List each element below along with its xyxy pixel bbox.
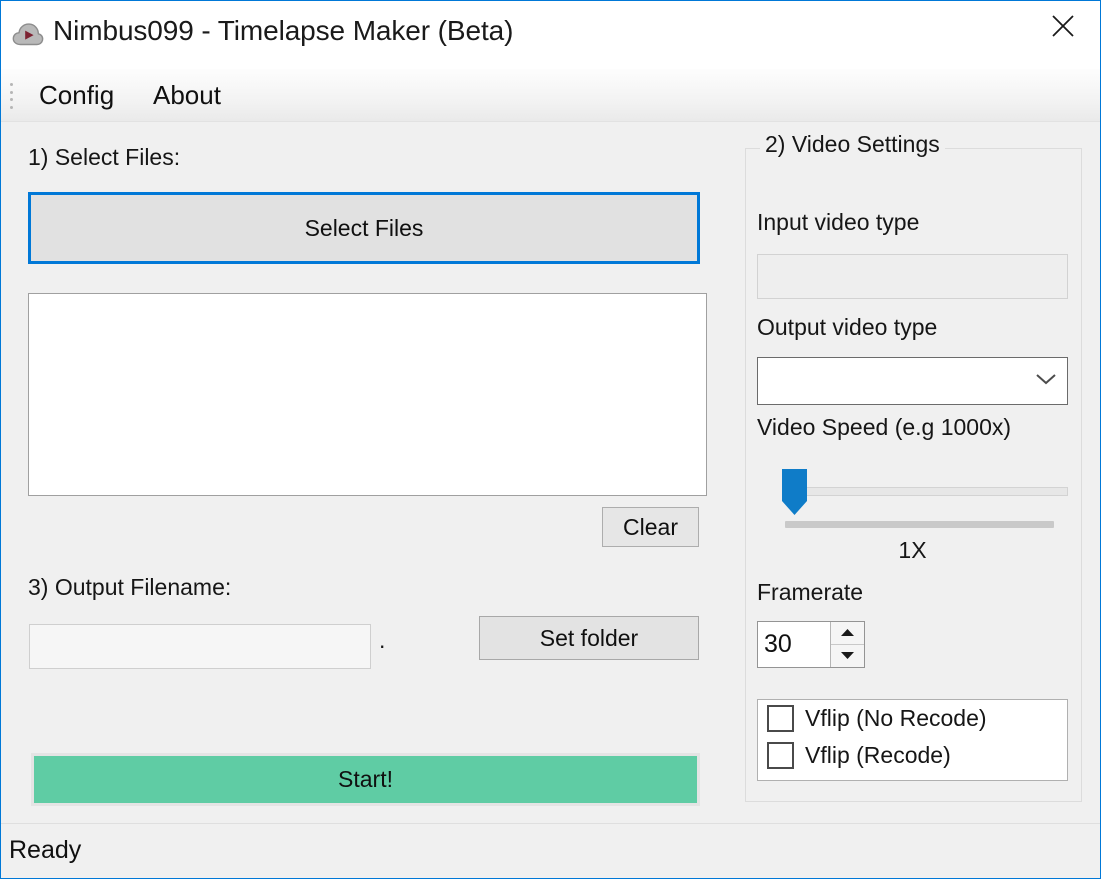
checkbox-icon[interactable]: [767, 742, 794, 769]
file-list-box[interactable]: [28, 293, 707, 496]
drag-grip-icon[interactable]: [10, 83, 15, 109]
arrow-down-icon[interactable]: [831, 645, 864, 668]
vflip-no-recode-checkbox-row[interactable]: Vflip (No Recode): [767, 705, 987, 732]
output-filename-input[interactable]: [29, 624, 371, 669]
video-speed-label: Video Speed (e.g 1000x): [757, 414, 1012, 440]
window-title: Nimbus099 - Timelapse Maker (Beta): [53, 15, 514, 46]
start-button[interactable]: Start!: [31, 753, 700, 806]
framerate-spinner[interactable]: [757, 621, 865, 668]
close-icon: [1050, 13, 1076, 39]
select-files-label: 1) Select Files:: [28, 144, 181, 170]
framerate-label: Framerate: [757, 579, 864, 605]
menu-item-config[interactable]: Config: [32, 77, 121, 113]
input-video-type-label: Input video type: [757, 209, 920, 235]
video-settings-group: 2) Video Settings Input video type Outpu…: [745, 131, 1082, 802]
chevron-down-icon: [1035, 372, 1057, 391]
select-files-button[interactable]: Select Files: [28, 192, 700, 264]
close-button[interactable]: [1026, 1, 1100, 51]
vflip-no-recode-label: Vflip (No Recode): [805, 705, 987, 731]
application-window: Nimbus099 - Timelapse Maker (Beta) Confi…: [0, 0, 1101, 879]
menu-item-about[interactable]: About: [146, 77, 228, 113]
clear-button[interactable]: Clear: [602, 507, 699, 547]
set-folder-button[interactable]: Set folder: [479, 616, 699, 660]
slider-thumb[interactable]: [781, 468, 808, 516]
output-video-type-label: Output video type: [757, 314, 938, 340]
slider-tick-bar: [785, 521, 1054, 528]
client-area: 1) Select Files: Select Files Clear 3) O…: [1, 122, 1100, 824]
output-video-type-combobox[interactable]: [757, 357, 1068, 405]
vflip-options-panel: Vflip (No Recode) Vflip (Recode): [757, 699, 1068, 781]
filename-extension-separator: .: [379, 627, 386, 653]
framerate-spin-buttons: [830, 622, 864, 667]
video-speed-slider[interactable]: [757, 459, 1068, 534]
framerate-input[interactable]: [758, 622, 830, 667]
menu-bar: Config About: [1, 69, 1100, 122]
video-speed-value: 1X: [898, 537, 927, 563]
status-bar: Ready: [1, 823, 1100, 878]
output-filename-label: 3) Output Filename:: [28, 574, 232, 600]
slider-track[interactable]: [784, 487, 1068, 496]
title-bar: Nimbus099 - Timelapse Maker (Beta): [1, 1, 1100, 69]
arrow-up-icon[interactable]: [831, 622, 864, 645]
vflip-recode-label: Vflip (Recode): [805, 742, 951, 768]
status-text: Ready: [9, 836, 82, 864]
input-video-type-field[interactable]: [757, 254, 1068, 299]
vflip-recode-checkbox-row[interactable]: Vflip (Recode): [767, 742, 951, 769]
cloud-play-icon: [11, 18, 45, 52]
checkbox-icon[interactable]: [767, 705, 794, 732]
video-settings-legend: 2) Video Settings: [760, 131, 945, 158]
